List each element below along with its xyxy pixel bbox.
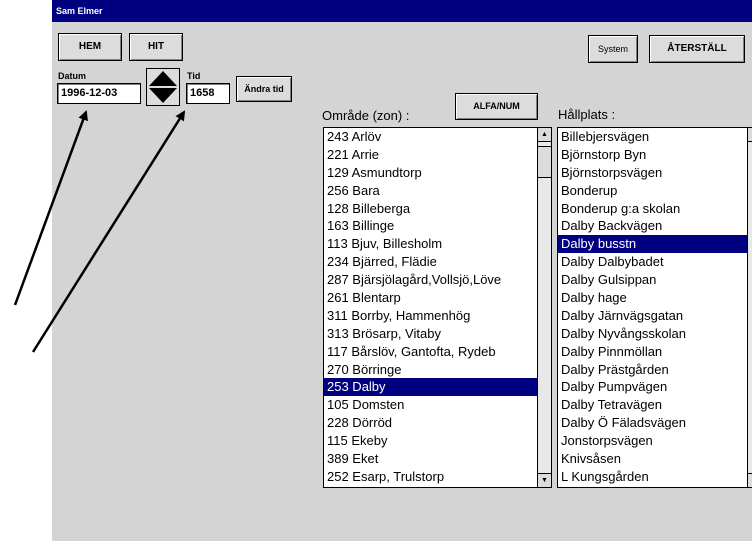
list-item[interactable]: 261 Blentarp: [324, 289, 537, 307]
list-item[interactable]: Dalby Pumpvägen: [558, 378, 747, 396]
list-item[interactable]: Bonderup: [558, 182, 747, 200]
time-field[interactable]: 1658: [186, 83, 230, 104]
list-item[interactable]: 253 Dalby: [324, 378, 537, 397]
list-item[interactable]: 287 Bjärsjölagård,Vollsjö,Löve: [324, 271, 537, 289]
list-item[interactable]: 313 Brösarp, Vitaby: [324, 325, 537, 343]
reset-button[interactable]: ÅTERSTÄLL: [649, 35, 745, 63]
scroll-down-icon[interactable]: ▼: [748, 473, 752, 487]
list-item[interactable]: 129 Asmundtorp: [324, 164, 537, 182]
change-time-button[interactable]: Ändra tid: [236, 76, 292, 102]
list-item[interactable]: Dalby Nyvångsskolan: [558, 325, 747, 343]
list-item[interactable]: 311 Borrby, Hammenhög: [324, 307, 537, 325]
list-item[interactable]: Dalby Gulsippan: [558, 271, 747, 289]
list-item[interactable]: 234 Bjärred, Flädie: [324, 253, 537, 271]
zone-list-scrollbar[interactable]: ▲ ▼: [537, 128, 551, 487]
time-stepper[interactable]: [146, 68, 180, 106]
list-item[interactable]: Dalby Järnvägsgatan: [558, 307, 747, 325]
list-item[interactable]: Dalby Tetravägen: [558, 396, 747, 414]
list-item[interactable]: 163 Billinge: [324, 217, 537, 235]
list-item[interactable]: Dalby Pinnmöllan: [558, 343, 747, 361]
list-item[interactable]: 113 Bjuv, Billesholm: [324, 235, 537, 253]
list-item[interactable]: 256 Bara: [324, 182, 537, 200]
sort-toggle-button[interactable]: ALFA/NUM: [455, 93, 538, 120]
list-item[interactable]: Dalby hage: [558, 289, 747, 307]
list-item[interactable]: Jonstorpsvägen: [558, 432, 747, 450]
list-item[interactable]: 252 Esarp, Trulstorp: [324, 468, 537, 486]
list-item[interactable]: Bonderup g:a skolan: [558, 200, 747, 218]
scroll-up-icon[interactable]: ▲: [538, 128, 551, 142]
list-item[interactable]: Björnstorp Byn: [558, 146, 747, 164]
scroll-down-icon[interactable]: ▼: [538, 473, 551, 487]
list-item[interactable]: Billebjersvägen: [558, 128, 747, 146]
stop-list-items: Billebjersvägen Björnstorp Byn Björnstorps…: [558, 128, 747, 486]
list-item[interactable]: 228 Dörröd: [324, 414, 537, 432]
list-item[interactable]: Knivsåsen: [558, 450, 747, 468]
zone-list[interactable]: 243 Arlöv 221 Arrie 129 Asmundtorp 256 Bara…: [323, 127, 552, 488]
stop-list[interactable]: Billebjersvägen Björnstorp Byn Björnstorps…: [557, 127, 752, 488]
list-item[interactable]: Dalby Dalbybadet: [558, 253, 747, 271]
list-item[interactable]: Björnstorpsvägen: [558, 164, 747, 182]
zone-list-items: 243 Arlöv 221 Arrie 129 Asmundtorp 256 Bara…: [324, 128, 537, 486]
list-item[interactable]: 115 Ekeby: [324, 432, 537, 450]
list-item[interactable]: 389 Eket: [324, 450, 537, 468]
list-item[interactable]: Dalby Backvägen: [558, 217, 747, 235]
date-field[interactable]: 1996-12-03: [57, 83, 141, 104]
list-item[interactable]: 270 Börringe: [324, 361, 537, 379]
hit-button[interactable]: HIT: [129, 33, 183, 61]
zone-list-header: Område (zon) :: [322, 108, 410, 123]
stop-list-scrollbar[interactable]: ▲ ▼: [747, 128, 752, 487]
list-item[interactable]: 243 Arlöv: [324, 128, 537, 146]
system-button[interactable]: System: [588, 35, 638, 63]
date-label: Datum: [58, 71, 87, 81]
hem-button[interactable]: HEM: [58, 33, 122, 61]
list-item[interactable]: 117 Bårslöv, Gantofta, Rydeb: [324, 343, 537, 361]
window-title: Sam Elmer: [52, 0, 752, 22]
stop-list-header: Hållplats :: [558, 107, 616, 122]
scroll-up-icon[interactable]: ▲: [748, 128, 752, 142]
scroll-thumb[interactable]: [538, 146, 551, 178]
list-item[interactable]: 105 Domsten: [324, 396, 537, 414]
up-down-arrows-icon: [149, 71, 177, 103]
list-item[interactable]: Dalby busstn: [558, 235, 747, 254]
list-item[interactable]: Dalby Ö Fäladsvägen: [558, 414, 747, 432]
time-label: Tid: [187, 71, 201, 81]
list-item[interactable]: Dalby Prästgården: [558, 361, 747, 379]
list-item[interactable]: 221 Arrie: [324, 146, 537, 164]
list-item[interactable]: L Kungsgården: [558, 468, 747, 486]
list-item[interactable]: 128 Billeberga: [324, 200, 537, 218]
app-window: Sam Elmer HEM HIT System ÅTERSTÄLL Datum…: [52, 0, 752, 541]
